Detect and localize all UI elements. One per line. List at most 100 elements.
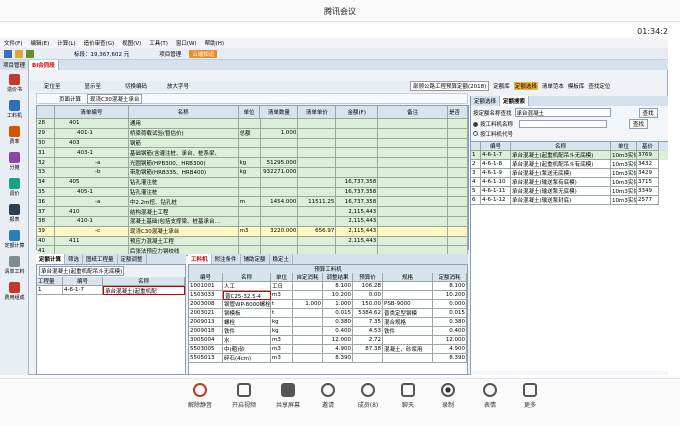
table-row[interactable]: 35 405-1 钻孔灌注桩 16,737,358 [37,187,468,198]
invite-button[interactable]: 邀请 [306,383,350,409]
find-locate-button[interactable]: 查找定位 [588,82,610,90]
menu-view[interactable]: 视图(V) [122,39,141,47]
list-item[interactable]: 5 4-6-1-11 承台混凝土(输送泵无底模) 10m3实体 3349 [471,187,668,196]
sidebar-item-share[interactable]: 分摊 [0,148,29,174]
emoji-button[interactable]: 表情 [468,383,512,409]
table-row[interactable]: 32 -a 光圆钢筋(HPB300、HRB300) kg 51295.000 [37,158,468,168]
tab-filter[interactable]: 筛选 [65,254,84,264]
project-mgmt[interactable]: 项目管理 [159,50,181,58]
tab-project-mgmt[interactable]: 项目管理 [0,60,30,70]
quota-cell: 4-6-1-10 [481,178,511,187]
menu-edit[interactable]: 编辑(E) [30,39,49,47]
grid-cell [336,119,379,129]
unmute-button[interactable]: 解除静音 [178,383,222,409]
search-input[interactable]: 承台混凝土 [514,108,611,117]
save-icon[interactable] [4,49,12,58]
table-row[interactable]: 2009018 铁件 kg 0.400 4.53 铁件 0.400 [189,327,467,336]
table-row[interactable]: 2003008 钢管WP-8000螺栓 t 1.000 1.000 150.00 PSB-9… [189,300,467,309]
sidebar-item-cost[interactable]: 造价书 [0,70,29,96]
switch-button[interactable]: 切换编码 [125,82,147,90]
meeting-title-bar: 腾讯会议 [0,0,680,22]
tab-notes[interactable]: 附注条件 [212,254,241,264]
menu-file[interactable]: 文件(F) [4,39,22,47]
list-item[interactable]: 1 4-6-1-7 承台混凝土(起重机配吊斗无底模) 10m3实体 3769 [471,151,668,160]
sidebar-item-fee[interactable]: 费用组成 [0,278,29,304]
sidebar-item-list-material[interactable]: 清单工料 [0,252,29,278]
menu-audit[interactable]: 造价审查(G) [84,39,115,47]
table-row[interactable]: 1503033 普C25-32.5-4 m3 10.200 0.00 10.200 [189,291,467,300]
tab-quota-calc[interactable]: 定额计算 [36,254,66,264]
menu-help[interactable]: 帮助(H) [205,39,224,47]
grid-cell: 410 [54,207,129,217]
sidebar-item-adjust[interactable]: 调价 [0,174,29,200]
quota-cell: 2577 [637,196,659,205]
material-cell: 150.00 [353,300,383,309]
locate-button[interactable]: 定位至 [44,82,61,90]
template-lib-button[interactable]: 模板库 [568,82,585,90]
table-row[interactable]: 34 405 钻孔灌注桩 16,737,358 [37,177,469,188]
list-item[interactable]: 6 4-6-1-12 承台混凝土(输送泵封底) 10m3实体 2577 [471,196,668,205]
tab-stable-soil[interactable]: 稳定土 [270,254,294,264]
table-row[interactable]: 38 410-1 混凝土基础(包括支撑梁、桩基承台… 2,115,443 [37,216,468,227]
table-row[interactable]: 31 403-1 基础钢筋(含灌注桩、承台、桩系梁、 [37,148,468,159]
list-item[interactable]: 3 4-6-1-9 承台混凝土(泵送无底模) 10m3实体 3429 [471,169,668,178]
list-template-button[interactable]: 清单范本 [542,82,564,90]
table-row[interactable]: 33 -b 带肋钢筋(HRB335、HRB400) kg 932271.000 [37,167,468,178]
table-row[interactable]: 39 -c 现浇C30混凝土承台 m3 3220.000 656.97 2,115,443 [37,226,468,237]
tab-material[interactable]: 工料机 [188,254,212,264]
video-button[interactable]: 开启视频 [222,383,266,409]
table-row[interactable]: 2003021 钢模板 t 0.015 5384.62 普类定型钢模 0.015 [189,309,467,318]
table-row[interactable]: 1 4-6-1-7 承台混凝土(起重机配 [37,286,185,295]
clock: 01:34:2 [637,27,668,36]
sidebar-item-rate[interactable]: 费率 [0,122,29,148]
more-button[interactable]: 更多 [508,383,552,409]
menu-tools[interactable]: 工具(T) [149,39,168,47]
quota-lib-select[interactable]: 部颁公路工程预算定额(2018) [410,81,490,91]
open-icon[interactable] [15,49,23,58]
tab-quota-select[interactable]: 定额选择 [471,96,501,106]
quota-cell: 3 [471,169,481,178]
list-item[interactable]: 4 4-6-1-10 承台混凝土(输送泵有底模) 10m3实体 3715 [471,178,668,187]
table-row[interactable]: 36 -a 中2.2m挖、钻孔桩 m 1454.000 11511.25 16,737,35… [37,197,468,208]
table-row[interactable]: 37 410 结构混凝土工程 2,115,443 [37,207,469,217]
find-button-2[interactable]: 查找 [629,119,649,129]
tab-quota-adjust[interactable]: 定额调整 [118,254,147,264]
show-button[interactable]: 显示至 [85,82,102,90]
grid-cell [238,236,261,247]
menu-calc[interactable]: 计算(L) [57,39,75,47]
record-button[interactable]: 录制 [426,383,470,409]
radio-code[interactable] [473,131,478,136]
tab-quota-search[interactable]: 定额搜索 [500,96,530,106]
table-row[interactable]: 29 401-1 桥梁荷载试验(暂估价) 总额 1.000 [37,128,468,139]
quota-lib-button[interactable]: 定额库 [493,82,510,90]
grid-cell [448,138,469,149]
members-button[interactable]: 成员(8) [346,383,390,409]
menu-window[interactable]: 窗口(W) [176,39,197,47]
table-row[interactable]: 30 403 钢筋 [37,138,469,149]
tab-contract[interactable]: BI合同段 [29,60,59,70]
tab-drawing-qty[interactable]: 图纸工程量 [83,254,118,264]
cloud-badge[interactable]: 云端知道 [189,49,218,58]
table-row[interactable]: 40 411 预应力混凝土工程 2,115,443 [37,236,469,247]
quota-desc-input[interactable]: 承台混凝土(起重机配吊斗无底模) [39,266,125,276]
table-row[interactable]: 2009013 螺栓 kg 0.380 7.35 混合规格 0.380 [189,318,467,327]
table-row[interactable]: 5503005 中(粗)砂 m3 4.900 87.38 混凝土、砂浆用 4.900 [189,345,467,354]
sidebar-item-material[interactable]: 工料机 [0,96,29,122]
grid-cell [378,177,449,188]
tab-aux-quota[interactable]: 辅助定额 [241,254,270,264]
table-row[interactable]: 3005004 水 m3 12.000 2.72 12.000 [189,336,467,345]
table-row[interactable]: 5505013 碎石(4cm) m3 8.390 8.390 [189,354,467,363]
list-item[interactable]: 2 4-6-1-8 承台混凝土(起重机配吊斗有底模) 10m3实体 3432 [471,160,668,169]
material-search-input[interactable] [519,120,608,128]
undo-icon[interactable] [26,49,34,58]
table-row[interactable]: 1001001 人工 工日 8.100 106.28 8.100 [189,282,467,291]
share-screen-button[interactable]: 共享屏幕 [266,383,310,409]
quota-select-button[interactable]: 定额选择 [513,82,538,90]
sidebar-item-quota[interactable]: 定额计算 [0,226,29,252]
sidebar-item-report[interactable]: 报表 [0,200,29,226]
table-row[interactable]: 28 401 通用 [37,119,469,129]
radio-name[interactable] [473,121,478,127]
find-button[interactable]: 查找 [638,107,658,118]
font-button[interactable]: 放大字号 [167,82,189,90]
chat-button[interactable]: 聊天 [386,383,430,409]
